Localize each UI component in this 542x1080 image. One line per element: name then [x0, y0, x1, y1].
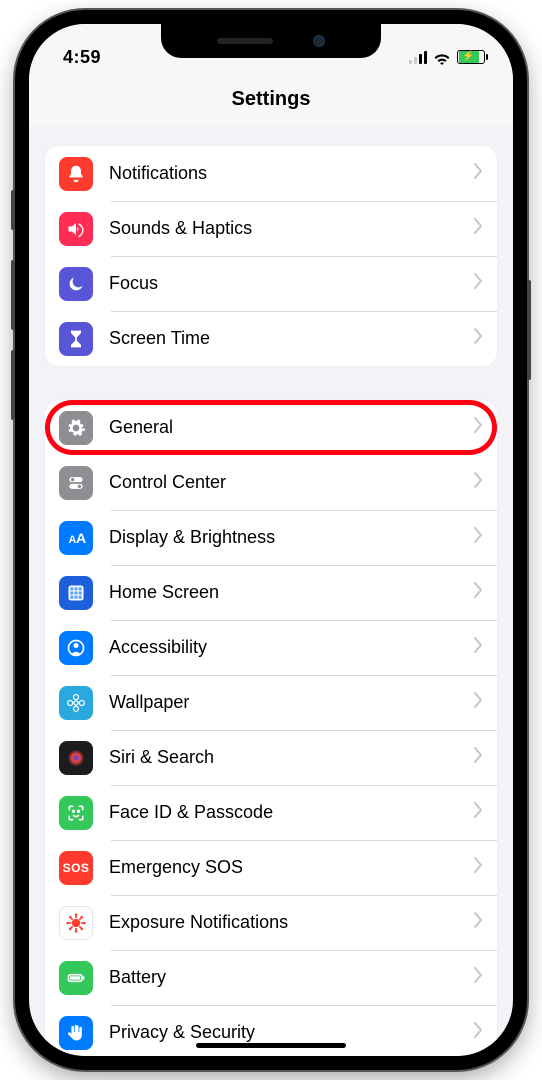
settings-row-label: Display & Brightness	[109, 527, 457, 548]
mute-switch	[11, 190, 15, 230]
settings-row-label: Accessibility	[109, 637, 457, 658]
iphone-device-frame: 4:59 ⚡ Settings Notifications Sounds & Ha…	[15, 10, 527, 1070]
virus-icon	[59, 906, 93, 940]
settings-row-face-id-passcode[interactable]: Face ID & Passcode	[45, 785, 497, 840]
chevron-right-icon	[473, 692, 483, 713]
chevron-right-icon	[473, 273, 483, 294]
gear-icon	[59, 411, 93, 445]
status-time: 4:59	[63, 47, 101, 68]
moon-icon	[59, 267, 93, 301]
settings-row-display-brightness[interactable]: Display & Brightness	[45, 510, 497, 565]
volume-up	[11, 260, 15, 330]
settings-row-home-screen[interactable]: Home Screen	[45, 565, 497, 620]
settings-row-label: Exposure Notifications	[109, 912, 457, 933]
hourglass-icon	[59, 322, 93, 356]
chevron-right-icon	[473, 967, 483, 988]
bell-icon	[59, 157, 93, 191]
settings-row-label: Notifications	[109, 163, 457, 184]
settings-row-exposure-notifications[interactable]: Exposure Notifications	[45, 895, 497, 950]
settings-row-label: General	[109, 417, 457, 438]
chevron-right-icon	[473, 218, 483, 239]
sos-icon: SOS	[59, 851, 93, 885]
textsize-icon	[59, 521, 93, 555]
chevron-right-icon	[473, 637, 483, 658]
battery-charging-icon: ⚡	[457, 50, 485, 64]
wifi-icon	[433, 50, 451, 64]
home-indicator[interactable]	[196, 1043, 346, 1048]
chevron-right-icon	[473, 857, 483, 878]
chevron-right-icon	[473, 163, 483, 184]
chevron-right-icon	[473, 802, 483, 823]
chevron-right-icon	[473, 417, 483, 438]
settings-row-wallpaper[interactable]: Wallpaper	[45, 675, 497, 730]
page-title: Settings	[232, 88, 311, 111]
settings-row-sounds-haptics[interactable]: Sounds & Haptics	[45, 201, 497, 256]
settings-row-label: Wallpaper	[109, 692, 457, 713]
chevron-right-icon	[473, 912, 483, 933]
speaker-icon	[59, 212, 93, 246]
chevron-right-icon	[473, 527, 483, 548]
toggles-icon	[59, 466, 93, 500]
front-camera	[313, 35, 325, 47]
settings-row-label: Home Screen	[109, 582, 457, 603]
screen: 4:59 ⚡ Settings Notifications Sounds & Ha…	[29, 24, 513, 1056]
settings-row-label: Siri & Search	[109, 747, 457, 768]
chevron-right-icon	[473, 747, 483, 768]
volume-down	[11, 350, 15, 420]
faceid-icon	[59, 796, 93, 830]
settings-scroll[interactable]: Notifications Sounds & Haptics Focus Screen…	[29, 126, 513, 1056]
settings-row-label: Privacy & Security	[109, 1022, 457, 1043]
settings-row-label: Control Center	[109, 472, 457, 493]
chevron-right-icon	[473, 1022, 483, 1043]
grid-icon	[59, 576, 93, 610]
settings-row-emergency-sos[interactable]: SOS Emergency SOS	[45, 840, 497, 895]
settings-row-label: Emergency SOS	[109, 857, 457, 878]
settings-row-control-center[interactable]: Control Center	[45, 455, 497, 510]
person-icon	[59, 631, 93, 665]
settings-row-label: Focus	[109, 273, 457, 294]
settings-group-1: Notifications Sounds & Haptics Focus Screen…	[45, 146, 497, 366]
battery-icon	[59, 961, 93, 995]
notch	[161, 24, 381, 58]
settings-row-notifications[interactable]: Notifications	[45, 146, 497, 201]
settings-row-siri-search[interactable]: Siri & Search	[45, 730, 497, 785]
settings-row-label: Sounds & Haptics	[109, 218, 457, 239]
chevron-right-icon	[473, 472, 483, 493]
hand-icon	[59, 1016, 93, 1050]
settings-row-battery[interactable]: Battery	[45, 950, 497, 1005]
flower-icon	[59, 686, 93, 720]
siri-icon	[59, 741, 93, 775]
settings-row-general[interactable]: General	[45, 400, 497, 455]
settings-row-label: Screen Time	[109, 328, 457, 349]
settings-row-label: Battery	[109, 967, 457, 988]
chevron-right-icon	[473, 582, 483, 603]
power-button	[527, 280, 531, 380]
settings-row-focus[interactable]: Focus	[45, 256, 497, 311]
navbar: Settings	[29, 74, 513, 126]
settings-row-privacy-security[interactable]: Privacy & Security	[45, 1005, 497, 1056]
earpiece	[217, 38, 273, 44]
chevron-right-icon	[473, 328, 483, 349]
cellular-signal-icon	[409, 51, 427, 64]
settings-row-accessibility[interactable]: Accessibility	[45, 620, 497, 675]
settings-row-label: Face ID & Passcode	[109, 802, 457, 823]
settings-group-2: General Control Center Display & Brightnes…	[45, 400, 497, 1056]
settings-row-screen-time[interactable]: Screen Time	[45, 311, 497, 366]
